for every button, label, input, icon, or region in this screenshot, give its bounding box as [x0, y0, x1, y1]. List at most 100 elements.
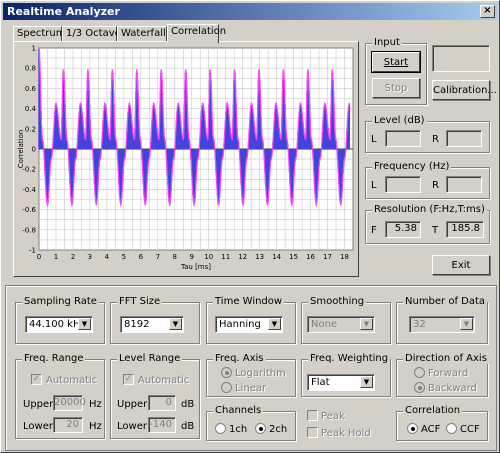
- peak-hold-checkbox[interactable]: [307, 427, 318, 438]
- x-tick-label: 11: [221, 253, 230, 261]
- x-tick-label: 3: [88, 253, 92, 261]
- data-point: [152, 102, 155, 105]
- data-point: [168, 203, 171, 206]
- freq-axis-linear-radio[interactable]: [221, 382, 232, 393]
- tab-third-octave[interactable]: 1/3 Octave: [62, 26, 121, 42]
- freq-range-label: Freq. Range: [22, 353, 86, 364]
- y-tick-label: -0.4: [22, 186, 36, 194]
- data-point: [172, 158, 175, 160]
- data-point: [212, 138, 215, 140]
- data-point: [135, 69, 138, 72]
- input-group-label: Input: [372, 37, 402, 48]
- x-tick-label: 12: [238, 253, 247, 261]
- number-of-data-value: 32: [413, 319, 426, 330]
- peak-checkbox[interactable]: [307, 410, 318, 421]
- freq-lower-input[interactable]: 20: [53, 417, 83, 433]
- data-point: [133, 138, 136, 140]
- data-point: [261, 138, 264, 140]
- freq-upper-input[interactable]: 20000: [53, 395, 86, 411]
- data-point: [193, 203, 196, 206]
- ccf-radio[interactable]: [446, 423, 457, 434]
- data-point: [119, 203, 122, 206]
- number-of-data-select[interactable]: 32 ▼: [409, 316, 475, 333]
- chevron-down-icon[interactable]: ▼: [78, 318, 91, 330]
- chevron-down-icon[interactable]: ▼: [360, 318, 373, 330]
- channel-2-radio[interactable]: [255, 423, 266, 434]
- x-tick-label: 5: [122, 253, 126, 261]
- x-tick-label: 6: [139, 253, 144, 261]
- stop-button[interactable]: Stop: [372, 78, 420, 98]
- direction-forward-radio[interactable]: [414, 367, 425, 378]
- x-tick-label: 17: [323, 253, 332, 261]
- chevron-down-icon[interactable]: ▼: [268, 318, 281, 330]
- y-tick-label: -0.6: [22, 206, 36, 214]
- x-tick-label: 2: [71, 253, 75, 261]
- data-point: [90, 138, 93, 140]
- freq-auto-checkbox[interactable]: ✓: [31, 374, 42, 385]
- time-window-select[interactable]: Hanning ▼: [215, 316, 283, 333]
- exit-button[interactable]: Exit: [432, 255, 490, 275]
- x-tick-label: 0: [37, 253, 41, 261]
- title-bar[interactable]: Realtime Analyzer ×: [3, 3, 497, 20]
- x-tick-label: 9: [190, 253, 194, 261]
- data-point: [348, 102, 351, 105]
- data-point: [255, 138, 258, 140]
- tab-spectrum[interactable]: Spectrum: [13, 26, 65, 42]
- level-label: Level (dB): [372, 115, 427, 126]
- resolution-f-value: 5.38: [385, 221, 421, 238]
- level-r-label: R: [432, 134, 439, 145]
- level-upper-input[interactable]: 0: [148, 395, 176, 411]
- data-point: [184, 69, 187, 72]
- data-point: [163, 138, 166, 140]
- data-point: [188, 138, 190, 140]
- tab-waterfall[interactable]: Waterfall: [117, 26, 167, 42]
- level-r-value: [446, 130, 482, 147]
- calibration-button[interactable]: Calibration...: [432, 80, 497, 100]
- data-point: [148, 158, 150, 160]
- data-point: [209, 69, 211, 72]
- freq-weighting-select[interactable]: Flat ▼: [307, 374, 375, 391]
- sampling-rate-select[interactable]: 44.100 kHz ▼: [25, 316, 93, 333]
- data-point: [280, 138, 282, 140]
- y-axis-label: Correlation: [17, 130, 25, 169]
- close-button[interactable]: ×: [480, 5, 495, 18]
- y-tick-label: 0.6: [25, 85, 37, 93]
- start-button[interactable]: Start: [371, 51, 421, 73]
- data-point: [306, 69, 309, 72]
- freq-l-label: L: [371, 180, 377, 191]
- chevron-down-icon[interactable]: ▼: [360, 376, 373, 388]
- y-tick-label: 0.8: [25, 65, 36, 73]
- x-tick-label: 15: [289, 253, 298, 261]
- tab-correlation[interactable]: Correlation: [167, 24, 226, 43]
- sampling-rate-label: Sampling Rate: [22, 296, 99, 307]
- smoothing-label: Smoothing: [308, 296, 367, 307]
- level-l-value: [385, 130, 421, 147]
- acf-radio[interactable]: [407, 423, 418, 434]
- data-point: [65, 138, 68, 140]
- freq-axis-linear-label: Linear: [235, 383, 267, 394]
- freq-axis-log-radio[interactable]: [221, 367, 232, 378]
- fft-size-select[interactable]: 8192 ▼: [120, 316, 184, 333]
- data-point: [95, 203, 98, 206]
- data-point: [139, 138, 142, 140]
- freq-r-value: [446, 176, 482, 193]
- data-point: [103, 102, 106, 105]
- smoothing-select[interactable]: None ▼: [307, 316, 375, 333]
- resolution-f-label: F: [371, 225, 377, 236]
- chevron-down-icon[interactable]: ▼: [169, 318, 182, 330]
- y-tick-label: -1: [29, 247, 36, 255]
- data-point: [71, 203, 73, 206]
- channel-1-radio[interactable]: [215, 423, 226, 434]
- freq-axis-label: Freq. Axis: [213, 353, 266, 364]
- fft-size-value: 8192: [124, 319, 150, 330]
- chevron-down-icon[interactable]: ▼: [460, 318, 473, 330]
- input-indicator: [432, 45, 490, 72]
- freq-upper-unit: Hz: [89, 399, 102, 410]
- data-point: [74, 158, 77, 160]
- correlation-label: Correlation: [403, 405, 463, 416]
- data-point: [46, 203, 49, 206]
- level-lower-input[interactable]: -140: [148, 417, 176, 433]
- direction-backward-radio[interactable]: [414, 382, 425, 393]
- data-point: [109, 138, 111, 140]
- level-auto-checkbox[interactable]: ✓: [123, 374, 134, 385]
